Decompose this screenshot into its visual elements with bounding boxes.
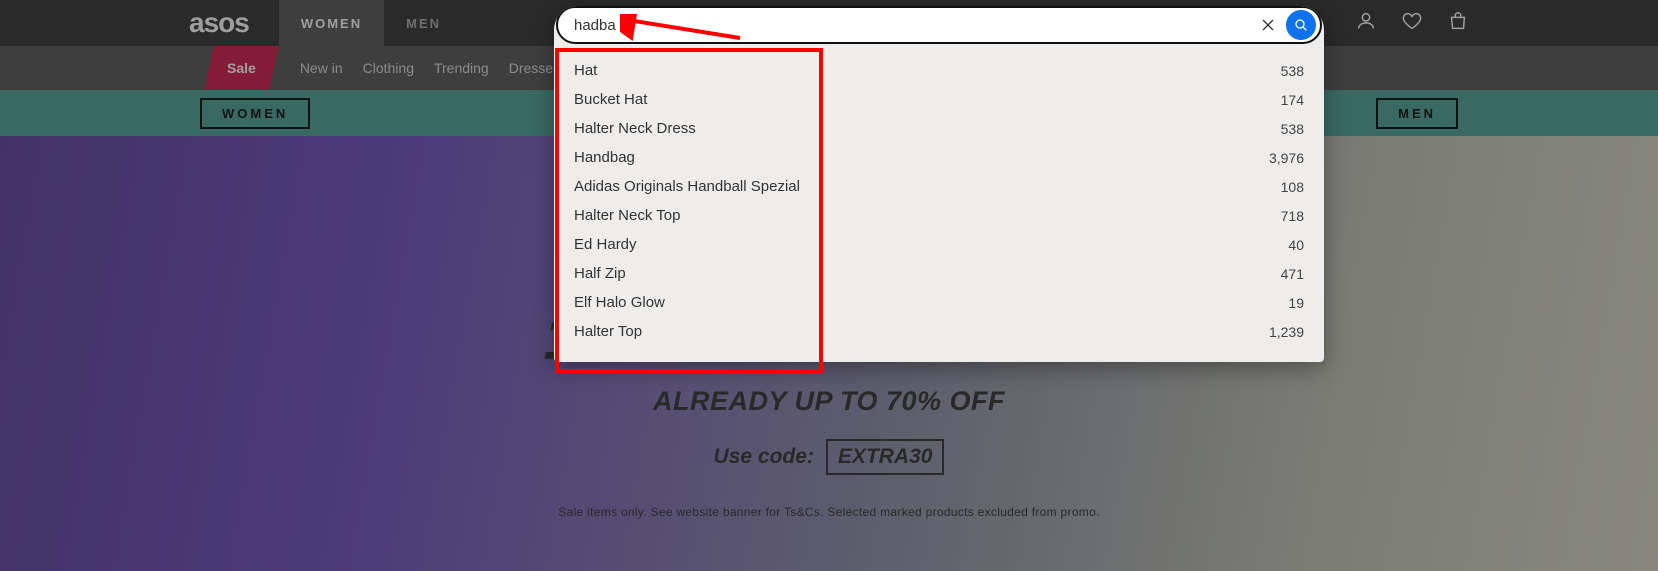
suggestion-item[interactable]: Adidas Originals Handball Spezial 108: [574, 172, 1304, 201]
suggestion-count: 19: [1288, 295, 1304, 311]
search-icon: [1293, 17, 1309, 33]
suggestion-item[interactable]: Halter Neck Top 718: [574, 201, 1304, 230]
suggestion-item[interactable]: Hat 538: [574, 56, 1304, 85]
suggestion-label: Bucket Hat: [574, 91, 647, 108]
suggestion-label: Elf Halo Glow: [574, 294, 665, 311]
suggestion-count: 108: [1281, 179, 1304, 195]
suggestion-item[interactable]: Handbag 3,976: [574, 143, 1304, 172]
search-input[interactable]: [574, 17, 1256, 34]
suggestion-count: 538: [1281, 121, 1304, 137]
suggestion-label: Handbag: [574, 149, 635, 166]
suggestion-count: 40: [1288, 237, 1304, 253]
suggestion-count: 1,239: [1269, 324, 1304, 340]
suggestion-label: Halter Top: [574, 323, 642, 340]
suggestion-count: 3,976: [1269, 150, 1304, 166]
suggestion-label: Hat: [574, 62, 597, 79]
suggestion-label: Ed Hardy: [574, 236, 637, 253]
search-suggestions: Hat 538 Bucket Hat 174 Halter Neck Dress 53…: [554, 44, 1324, 362]
suggestion-count: 538: [1281, 63, 1304, 79]
search-panel: Hat 538 Bucket Hat 174 Halter Neck Dress 53…: [554, 6, 1324, 362]
suggestion-label: Halter Neck Dress: [574, 120, 696, 137]
search-submit-button[interactable]: [1286, 10, 1316, 40]
suggestion-item[interactable]: Half Zip 471: [574, 259, 1304, 288]
suggestion-item[interactable]: Halter Top 1,239: [574, 317, 1304, 346]
search-bar: [556, 6, 1322, 44]
suggestion-item[interactable]: Ed Hardy 40: [574, 230, 1304, 259]
suggestion-count: 174: [1281, 92, 1304, 108]
clear-search-button[interactable]: [1256, 13, 1280, 37]
suggestion-label: Adidas Originals Handball Spezial: [574, 178, 800, 195]
close-icon: [1260, 17, 1276, 33]
suggestion-count: 718: [1281, 208, 1304, 224]
suggestion-item[interactable]: Halter Neck Dress 538: [574, 114, 1304, 143]
suggestion-label: Half Zip: [574, 265, 626, 282]
suggestion-count: 471: [1281, 266, 1304, 282]
suggestion-item[interactable]: Elf Halo Glow 19: [574, 288, 1304, 317]
suggestion-item[interactable]: Bucket Hat 174: [574, 85, 1304, 114]
suggestion-label: Halter Neck Top: [574, 207, 680, 224]
